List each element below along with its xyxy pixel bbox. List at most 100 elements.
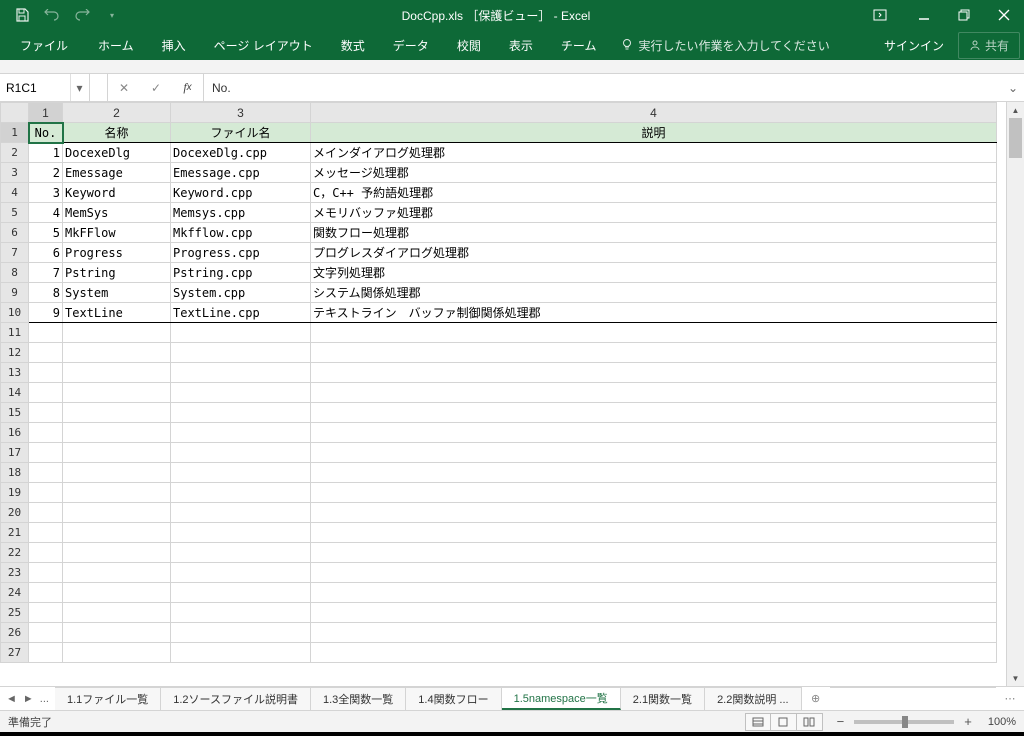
cell[interactable] (311, 443, 997, 463)
cell[interactable] (63, 383, 171, 403)
cell[interactable] (171, 463, 311, 483)
cell[interactable] (63, 483, 171, 503)
cell[interactable]: システム関係処理郡 (311, 283, 997, 303)
column-header[interactable]: 1 (29, 103, 63, 123)
ribbon-tab[interactable]: チーム (547, 31, 611, 60)
cell[interactable] (29, 383, 63, 403)
cell[interactable] (171, 523, 311, 543)
cell[interactable] (311, 383, 997, 403)
row-header[interactable]: 19 (1, 483, 29, 503)
cell[interactable] (311, 603, 997, 623)
page-break-view-button[interactable] (797, 713, 823, 731)
cell[interactable] (171, 503, 311, 523)
row-header[interactable]: 14 (1, 383, 29, 403)
scrollbar-thumb[interactable] (1009, 118, 1022, 158)
cell[interactable] (63, 543, 171, 563)
cell[interactable] (171, 583, 311, 603)
sheet-nav-next[interactable]: ► (23, 693, 34, 705)
cell[interactable]: Progress.cpp (171, 243, 311, 263)
enter-formula-button[interactable]: ✓ (140, 74, 172, 101)
cell[interactable] (63, 643, 171, 663)
cell[interactable] (311, 463, 997, 483)
save-button[interactable] (8, 3, 36, 27)
cell[interactable] (29, 463, 63, 483)
cell[interactable]: 1 (29, 143, 63, 163)
sheet-tab[interactable]: 1.2ソースファイル説明書 (161, 687, 311, 710)
sheet-nav-more[interactable]: ... (40, 693, 49, 705)
sign-in-button[interactable]: サインイン (870, 31, 958, 60)
cell[interactable]: TextLine (63, 303, 171, 323)
cell[interactable]: メッセージ処理郡 (311, 163, 997, 183)
row-header[interactable]: 3 (1, 163, 29, 183)
cell[interactable] (63, 363, 171, 383)
cell[interactable] (171, 563, 311, 583)
cell[interactable]: System (63, 283, 171, 303)
cell[interactable]: System.cpp (171, 283, 311, 303)
cell[interactable]: Pstring (63, 263, 171, 283)
select-all-corner[interactable] (1, 103, 29, 123)
cell[interactable]: 7 (29, 263, 63, 283)
cell[interactable] (29, 343, 63, 363)
cell[interactable] (63, 523, 171, 543)
cell[interactable]: MemSys (63, 203, 171, 223)
sheet-tab[interactable]: 2.2関数説明 ... (705, 687, 802, 710)
row-header[interactable]: 2 (1, 143, 29, 163)
cell[interactable]: Emessage.cpp (171, 163, 311, 183)
cell[interactable] (63, 503, 171, 523)
cell[interactable]: Mkfflow.cpp (171, 223, 311, 243)
cell[interactable] (29, 483, 63, 503)
cell[interactable] (311, 523, 997, 543)
grid[interactable]: 1234 1No.名称ファイル名説明21DocexeDlgDocexeDlg.c… (0, 102, 997, 663)
row-header[interactable]: 25 (1, 603, 29, 623)
cell[interactable] (171, 483, 311, 503)
cell[interactable]: Keyword (63, 183, 171, 203)
cell[interactable] (171, 403, 311, 423)
row-header[interactable]: 7 (1, 243, 29, 263)
scroll-down-button[interactable]: ▼ (1007, 670, 1024, 686)
cell[interactable] (29, 423, 63, 443)
sheet-tab[interactable]: 1.4関数フロー (406, 687, 501, 710)
cell[interactable] (311, 503, 997, 523)
cell[interactable] (311, 403, 997, 423)
insert-function-button[interactable]: fx (172, 74, 204, 101)
row-header[interactable]: 6 (1, 223, 29, 243)
cell[interactable] (171, 323, 311, 343)
cell[interactable] (63, 583, 171, 603)
row-header[interactable]: 5 (1, 203, 29, 223)
add-sheet-button[interactable]: ⊕ (802, 687, 830, 710)
cell[interactable]: DocexeDlg.cpp (171, 143, 311, 163)
ribbon-tab[interactable]: ファイル (4, 31, 84, 60)
row-header[interactable]: 18 (1, 463, 29, 483)
cell[interactable]: 6 (29, 243, 63, 263)
cell[interactable] (29, 443, 63, 463)
row-header[interactable]: 16 (1, 423, 29, 443)
cell[interactable] (63, 563, 171, 583)
cell[interactable] (63, 343, 171, 363)
cell[interactable] (171, 383, 311, 403)
cell[interactable]: Memsys.cpp (171, 203, 311, 223)
ribbon-tab[interactable]: ホーム (84, 31, 148, 60)
cell[interactable] (63, 443, 171, 463)
cell[interactable]: プログレスダイアログ処理郡 (311, 243, 997, 263)
zoom-in-button[interactable]: + (960, 714, 976, 729)
row-header[interactable]: 17 (1, 443, 29, 463)
zoom-level[interactable]: 100% (988, 716, 1016, 728)
cell[interactable] (63, 603, 171, 623)
cell[interactable] (311, 563, 997, 583)
cell[interactable] (63, 463, 171, 483)
cell[interactable] (29, 543, 63, 563)
row-header[interactable]: 20 (1, 503, 29, 523)
cell[interactable] (29, 363, 63, 383)
cell[interactable]: 2 (29, 163, 63, 183)
cell[interactable] (29, 643, 63, 663)
cell[interactable] (29, 603, 63, 623)
cell[interactable] (171, 363, 311, 383)
zoom-out-button[interactable]: − (833, 714, 849, 729)
scroll-up-button[interactable]: ▲ (1007, 102, 1024, 118)
cell[interactable]: ファイル名 (171, 123, 311, 143)
row-header[interactable]: 4 (1, 183, 29, 203)
row-header[interactable]: 1 (1, 123, 29, 143)
cell[interactable] (311, 583, 997, 603)
row-header[interactable]: 13 (1, 363, 29, 383)
cell[interactable]: Progress (63, 243, 171, 263)
